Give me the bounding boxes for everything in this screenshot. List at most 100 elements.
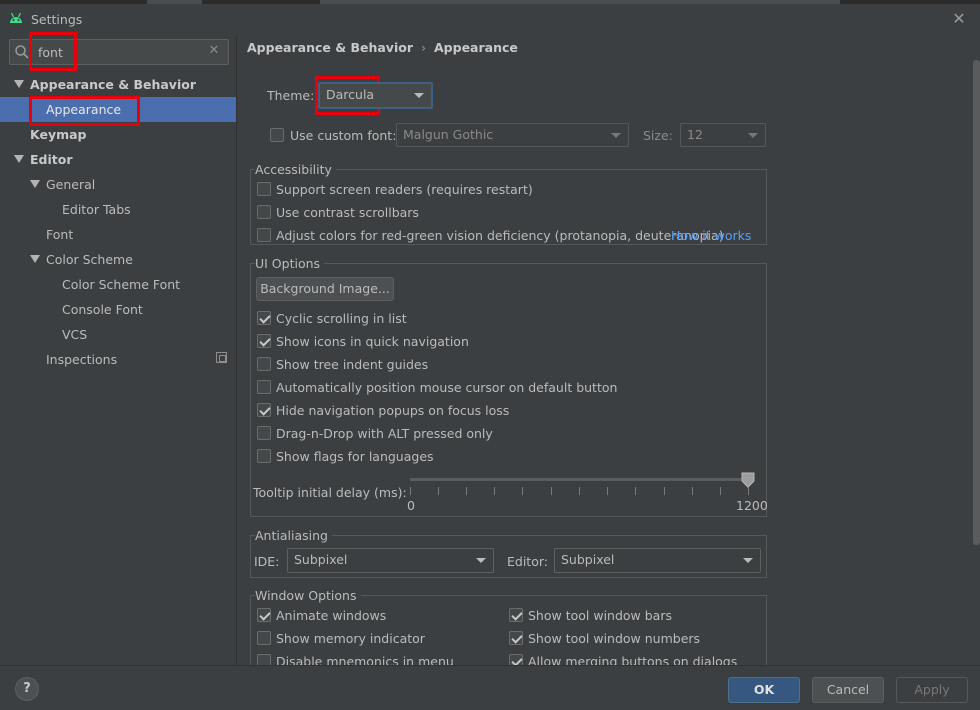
- breadcrumb-parent[interactable]: Appearance & Behavior: [247, 40, 413, 55]
- editor-antialiasing-value: Subpixel: [561, 552, 615, 567]
- slider-tick: [692, 487, 693, 495]
- quick-nav-icons-checkbox[interactable]: [257, 334, 271, 348]
- custom-font-select[interactable]: Malgun Gothic: [396, 123, 629, 147]
- accessibility-title: Accessibility: [255, 162, 336, 177]
- auto-position-cursor-label: Automatically position mouse cursor on d…: [276, 380, 618, 395]
- breadcrumb-current: Appearance: [434, 40, 518, 55]
- memory-indicator-label: Show memory indicator: [276, 631, 425, 646]
- ide-antialiasing-value: Subpixel: [294, 552, 348, 567]
- slider-tick: [635, 487, 636, 495]
- sidebar-item-console-font[interactable]: Console Font: [62, 297, 143, 322]
- chevron-down-icon: [611, 133, 621, 138]
- help-button[interactable]: ?: [15, 677, 39, 701]
- slider-tick: [494, 487, 495, 495]
- use-custom-font-checkbox[interactable]: [270, 128, 284, 142]
- tooltip-delay-slider-track[interactable]: [410, 478, 750, 481]
- slider-tick: [438, 487, 439, 495]
- font-size-value: 12: [687, 127, 703, 142]
- sidebar-item-label: Font: [46, 227, 74, 242]
- apply-button[interactable]: Apply: [896, 677, 968, 703]
- background-image-button[interactable]: Background Image...: [256, 277, 394, 301]
- editor-antialiasing-select[interactable]: Subpixel: [554, 548, 761, 573]
- ui-options-title: UI Options: [255, 256, 325, 271]
- color-deficiency-checkbox[interactable]: [257, 228, 271, 242]
- sidebar-item-label: Editor: [30, 152, 73, 167]
- screen-readers-checkbox[interactable]: [257, 182, 271, 196]
- sidebar-item-color-scheme-font[interactable]: Color Scheme Font: [62, 272, 180, 297]
- breadcrumb: Appearance & Behavior › Appearance: [247, 40, 518, 60]
- content-scrollbar-thumb[interactable]: [973, 60, 980, 545]
- slider-tick: [748, 487, 749, 495]
- use-custom-font-label: Use custom font:: [290, 128, 397, 143]
- sidebar-item-font[interactable]: Font: [46, 222, 73, 247]
- hide-nav-popups-label: Hide navigation popups on focus loss: [276, 403, 510, 418]
- clear-search-icon[interactable]: ✕: [207, 43, 221, 59]
- tooltip-delay-slider-thumb[interactable]: [741, 472, 755, 488]
- drag-n-drop-alt-label: Drag-n-Drop with ALT pressed only: [276, 426, 493, 441]
- sidebar-item-editor[interactable]: Editor: [14, 147, 73, 172]
- sidebar-item-inspections[interactable]: Inspections: [46, 347, 117, 372]
- antialiasing-title: Antialiasing: [255, 528, 332, 543]
- search-icon: [15, 45, 29, 59]
- sidebar-item-label: Appearance & Behavior: [30, 77, 196, 92]
- theme-select[interactable]: Darcula: [318, 82, 433, 109]
- editor-label: Editor:: [507, 554, 548, 569]
- tooltip-delay-label: Tooltip initial delay (ms):: [253, 485, 407, 500]
- hide-nav-popups-checkbox[interactable]: [257, 403, 271, 417]
- sidebar-item-color-scheme[interactable]: Color Scheme: [30, 247, 133, 272]
- sidebar-item-vcs[interactable]: VCS: [62, 322, 87, 347]
- quick-nav-icons-label: Show icons in quick navigation: [276, 334, 469, 349]
- chevron-down-icon: [414, 93, 424, 98]
- size-label: Size:: [643, 128, 673, 143]
- theme-label: Theme:: [267, 88, 315, 103]
- font-size-select[interactable]: 12: [680, 123, 766, 147]
- ok-button[interactable]: OK: [728, 677, 800, 703]
- highlight-box: [29, 96, 140, 126]
- window-title: Settings: [31, 12, 83, 27]
- slider-tick: [664, 487, 665, 495]
- tooltip-min-label: 0: [407, 498, 415, 513]
- expand-triangle-icon[interactable]: [14, 80, 24, 88]
- sidebar-item-label: Console Font: [62, 302, 143, 317]
- android-icon: [10, 12, 22, 23]
- expand-triangle-icon[interactable]: [14, 155, 24, 163]
- slider-tick: [410, 487, 411, 495]
- auto-position-cursor-checkbox[interactable]: [257, 380, 271, 394]
- contrast-scrollbars-checkbox[interactable]: [257, 205, 271, 219]
- close-icon[interactable]: ✕: [950, 10, 968, 28]
- sidebar-item-label: Color Scheme Font: [62, 277, 181, 292]
- cyclic-scrolling-label: Cyclic scrolling in list: [276, 311, 407, 326]
- slider-tick: [579, 487, 580, 495]
- sidebar-item-appearance-behavior[interactable]: Appearance & Behavior: [14, 72, 196, 97]
- ide-label: IDE:: [254, 554, 280, 569]
- title-bar: [0, 0, 980, 38]
- expand-triangle-icon[interactable]: [30, 180, 40, 188]
- sidebar-item-editor-tabs[interactable]: Editor Tabs: [62, 197, 131, 222]
- show-flags-checkbox[interactable]: [257, 449, 271, 463]
- highlight-box: [29, 32, 77, 71]
- color-deficiency-label: Adjust colors for red-green vision defic…: [276, 228, 724, 243]
- animate-windows-checkbox[interactable]: [257, 608, 271, 622]
- tool-window-bars-checkbox[interactable]: [509, 608, 523, 622]
- project-settings-icon: [216, 352, 227, 363]
- chevron-down-icon: [743, 558, 753, 563]
- drag-n-drop-alt-checkbox[interactable]: [257, 426, 271, 440]
- tool-window-numbers-checkbox[interactable]: [509, 631, 523, 645]
- slider-tick: [551, 487, 552, 495]
- theme-value: Darcula: [326, 87, 375, 102]
- slider-tick: [522, 487, 523, 495]
- ide-antialiasing-select[interactable]: Subpixel: [287, 548, 494, 573]
- tree-indent-guides-label: Show tree indent guides: [276, 357, 429, 372]
- tool-window-numbers-label: Show tool window numbers: [528, 631, 701, 646]
- cancel-button[interactable]: Cancel: [812, 677, 884, 703]
- expand-triangle-icon[interactable]: [30, 255, 40, 263]
- sidebar-item-label: Color Scheme: [46, 252, 133, 267]
- memory-indicator-checkbox[interactable]: [257, 631, 271, 645]
- tree-indent-guides-checkbox[interactable]: [257, 357, 271, 371]
- sidebar-item-general[interactable]: General: [30, 172, 95, 197]
- top-strip: [0, 0, 980, 4]
- cyclic-scrolling-checkbox[interactable]: [257, 311, 271, 325]
- chevron-down-icon: [748, 133, 758, 138]
- slider-tick: [720, 487, 721, 495]
- how-it-works-link[interactable]: How it works: [671, 228, 751, 243]
